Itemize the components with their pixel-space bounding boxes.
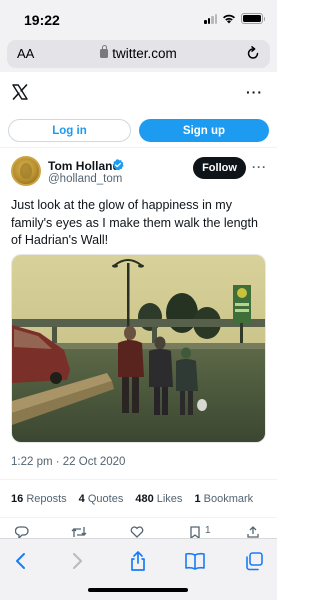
url-display[interactable]: twitter.com [7,45,270,61]
status-time: 19:22 [24,12,60,28]
browser-address-area: AA twitter.com [0,38,277,72]
address-bar[interactable]: AA twitter.com [7,40,270,68]
home-indicator [88,588,188,592]
tweet-stats: 16 Reposts 4 Quotes 480 Likes 1 Bookmark [11,493,265,505]
bookmarks-icon[interactable] [184,550,206,572]
reload-icon[interactable] [245,45,261,61]
bookmark-icon[interactable] [189,526,201,538]
stat-count: 1 [194,493,201,505]
status-icons [204,13,265,24]
tweet-photo-image [12,255,265,442]
verified-badge-icon [112,159,124,171]
url-text: twitter.com [112,46,177,61]
stat-label: Reposts [26,493,67,505]
tweet-more-button[interactable]: ··· [252,160,267,174]
login-button[interactable]: Log in [8,119,131,142]
share-icon[interactable] [127,550,149,572]
header-divider [0,147,277,148]
header-more-button[interactable]: ··· [246,84,263,100]
tweet-actions: 1 [0,525,277,538]
stats-divider [0,517,277,518]
tabs-icon[interactable] [243,550,265,572]
follow-button[interactable]: Follow [193,157,246,179]
lock-icon [100,45,109,58]
reply-icon[interactable] [15,526,29,538]
battery-icon [241,13,265,24]
site-header [0,72,277,122]
repost-icon[interactable] [71,526,87,538]
like-icon[interactable] [130,526,144,538]
tweet-timestamp[interactable]: 1:22 pm · 22 Oct 2020 [11,456,125,468]
status-bar: 19:22 [0,0,277,38]
bookmark-count: 1 [205,525,211,536]
avatar[interactable] [11,156,41,186]
stat-quotes[interactable]: 4 Quotes [79,493,124,505]
tweet-text: Just look at the glow of happiness in my… [11,198,258,247]
stat-count: 16 [11,493,24,505]
author-handle[interactable]: @holland_tom [48,173,122,185]
x-logo-icon[interactable] [12,84,28,100]
stat-label: Likes [156,493,183,505]
stat-count: 4 [78,493,85,505]
stat-label: Quotes [87,493,124,505]
forward-icon[interactable] [66,550,88,572]
stat-likes[interactable]: 480 Likes [135,493,182,505]
stat-count: 480 [135,493,154,505]
stat-reposts[interactable]: 16 Reposts [11,493,67,505]
wifi-icon [223,14,235,24]
share-icon[interactable] [247,526,259,538]
cellular-signal-icon [204,13,217,24]
stat-label: Bookmark [203,493,254,505]
back-icon[interactable] [10,550,32,572]
author-name[interactable]: Tom Holland [48,159,120,173]
signup-button[interactable]: Sign up [139,119,269,142]
tweet-photo[interactable] [11,254,266,443]
timestamp-divider [0,479,277,480]
stat-bookmarks[interactable]: 1 Bookmark [194,493,253,505]
